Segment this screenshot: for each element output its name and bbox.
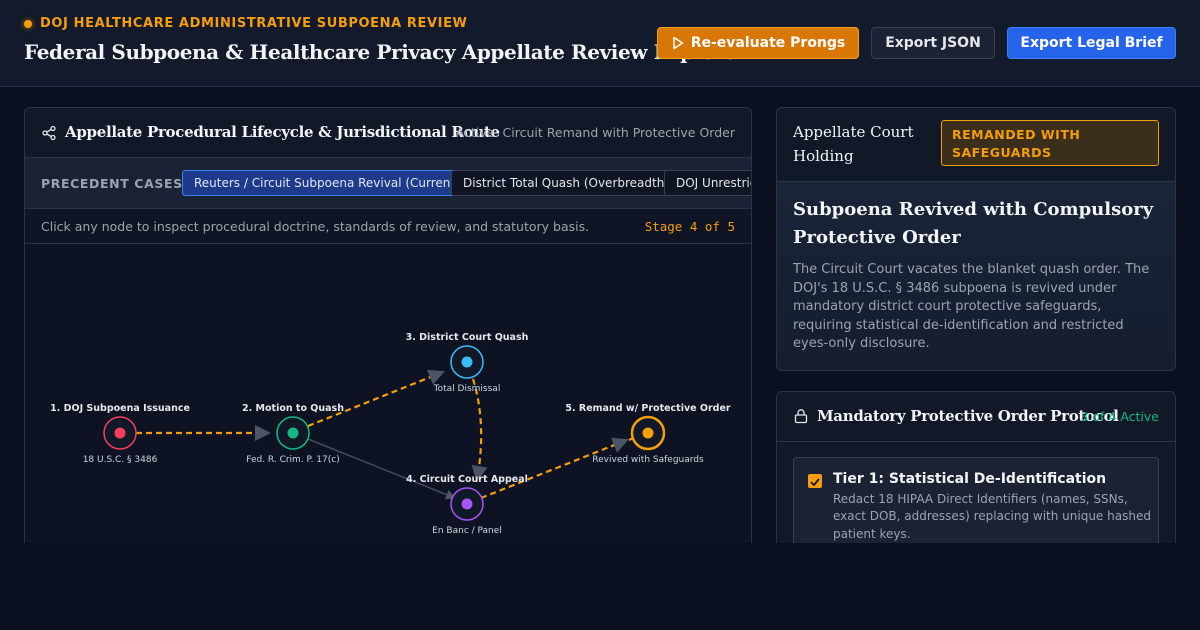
lifecycle-title: Appellate Procedural Lifecycle & Jurisdi… — [65, 123, 500, 141]
reevaluate-prongs-button[interactable]: Re-evaluate Prongs — [657, 27, 859, 59]
node-3-label: 3. District Court Quash — [406, 332, 529, 343]
tier-1-title: Tier 1: Statistical De-Identification — [833, 471, 1107, 487]
eyebrow: DOJ HEALTHCARE ADMINISTRATIVE SUBPOENA R… — [24, 16, 468, 31]
status-dot-icon — [24, 19, 32, 28]
holding-heading: Subpoena Revived with Compulsory Protect… — [793, 199, 1154, 248]
holding-body: Subpoena Revived with Compulsory Protect… — [777, 182, 1175, 370]
hint-bar: Click any node to inspect procedural doc… — [25, 209, 751, 244]
case-chip-doj-unrestricted[interactable]: DOJ Unrestricted — [664, 170, 751, 196]
node-5-sub: Revived with Safeguards — [592, 455, 704, 465]
holding-header: Appellate Court Holding REMANDED WITH SA… — [777, 108, 1175, 182]
holding-title: Appellate Court Holding — [793, 123, 914, 165]
edge-motion-to-quash — [307, 369, 445, 428]
node-4-sub: En Banc / Panel — [432, 526, 502, 536]
lifecycle-panel: Appellate Procedural Lifecycle & Jurisdi… — [24, 107, 752, 577]
node-5-label: 5. Remand w/ Protective Order — [565, 403, 731, 414]
stage-indicator: Stage 4 of 5 — [644, 219, 735, 234]
node-1-label: 1. DOJ Subpoena Issuance — [50, 403, 190, 414]
precedent-cases-bar: PRECEDENT CASES: Reuters / Circuit Subpo… — [25, 158, 751, 209]
status-badge: REMANDED WITH SAFEGUARDS — [941, 120, 1159, 166]
tier-1-description: Redact 18 HIPAA Direct Identifiers (name… — [833, 492, 1151, 541]
edge-motion-to-appeal — [292, 432, 456, 500]
node-1-sub: 18 U.S.C. § 3486 — [83, 455, 158, 465]
node-2-label: 2. Motion to Quash — [242, 403, 344, 414]
protocol-header: Mandatory Protective Order Protocol 3 of… — [777, 392, 1175, 442]
active-count: 3 of 4 Active — [1080, 409, 1159, 424]
precedent-cases-label: PRECEDENT CASES: — [41, 176, 189, 191]
lock-icon — [794, 409, 808, 424]
active-route-label: Active: Circuit Remand with Protective O… — [455, 125, 735, 140]
export-json-button[interactable]: Export JSON — [871, 27, 995, 59]
reevaluate-prongs-label: Re-evaluate Prongs — [690, 35, 846, 51]
node-circuit-court-appeal[interactable]: 4. Circuit Court Appeal En Banc / Panel — [406, 474, 528, 536]
play-icon — [672, 36, 683, 50]
eyebrow-text: DOJ HEALTHCARE ADMINISTRATIVE SUBPOENA R… — [40, 16, 468, 31]
tier-1-checkbox[interactable] — [808, 474, 822, 488]
edge-quash-to-appeal — [471, 378, 488, 482]
lifecycle-graph: 1. DOJ Subpoena Issuance 18 U.S.C. § 348… — [50, 332, 731, 536]
node-4-label: 4. Circuit Court Appeal — [406, 474, 528, 485]
node-3-sub: Total Dismissal — [433, 384, 501, 394]
case-chip-reuters[interactable]: Reuters / Circuit Subpoena Revival (Curr… — [182, 170, 472, 196]
holding-description: The Circuit Court vacates the blanket qu… — [793, 262, 1150, 352]
page-title: Federal Subpoena & Healthcare Privacy Ap… — [24, 40, 747, 64]
hint-text: Click any node to inspect procedural doc… — [41, 219, 590, 234]
protocol-title: Mandatory Protective Order Protocol — [817, 407, 1119, 425]
holding-panel: Appellate Court Holding REMANDED WITH SA… — [776, 107, 1176, 371]
app-header: DOJ HEALTHCARE ADMINISTRATIVE SUBPOENA R… — [0, 0, 1200, 87]
node-district-court-quash[interactable]: 3. District Court Quash Total Dismissal — [406, 332, 529, 394]
share-icon — [42, 125, 56, 141]
node-2-sub: Fed. R. Crim. P. 17(c) — [246, 455, 339, 465]
case-chip-district-quash[interactable]: District Total Quash (Overbreadth) — [451, 170, 682, 196]
export-legal-brief-button[interactable]: Export Legal Brief — [1007, 27, 1176, 59]
lifecycle-panel-header: Appellate Procedural Lifecycle & Jurisdi… — [25, 108, 751, 158]
page-bottom-background — [0, 543, 1200, 630]
check-icon — [810, 478, 820, 487]
node-remand-protective-order[interactable]: 5. Remand w/ Protective Order Revived wi… — [565, 403, 731, 465]
edge-appeal-to-remand — [480, 437, 629, 500]
